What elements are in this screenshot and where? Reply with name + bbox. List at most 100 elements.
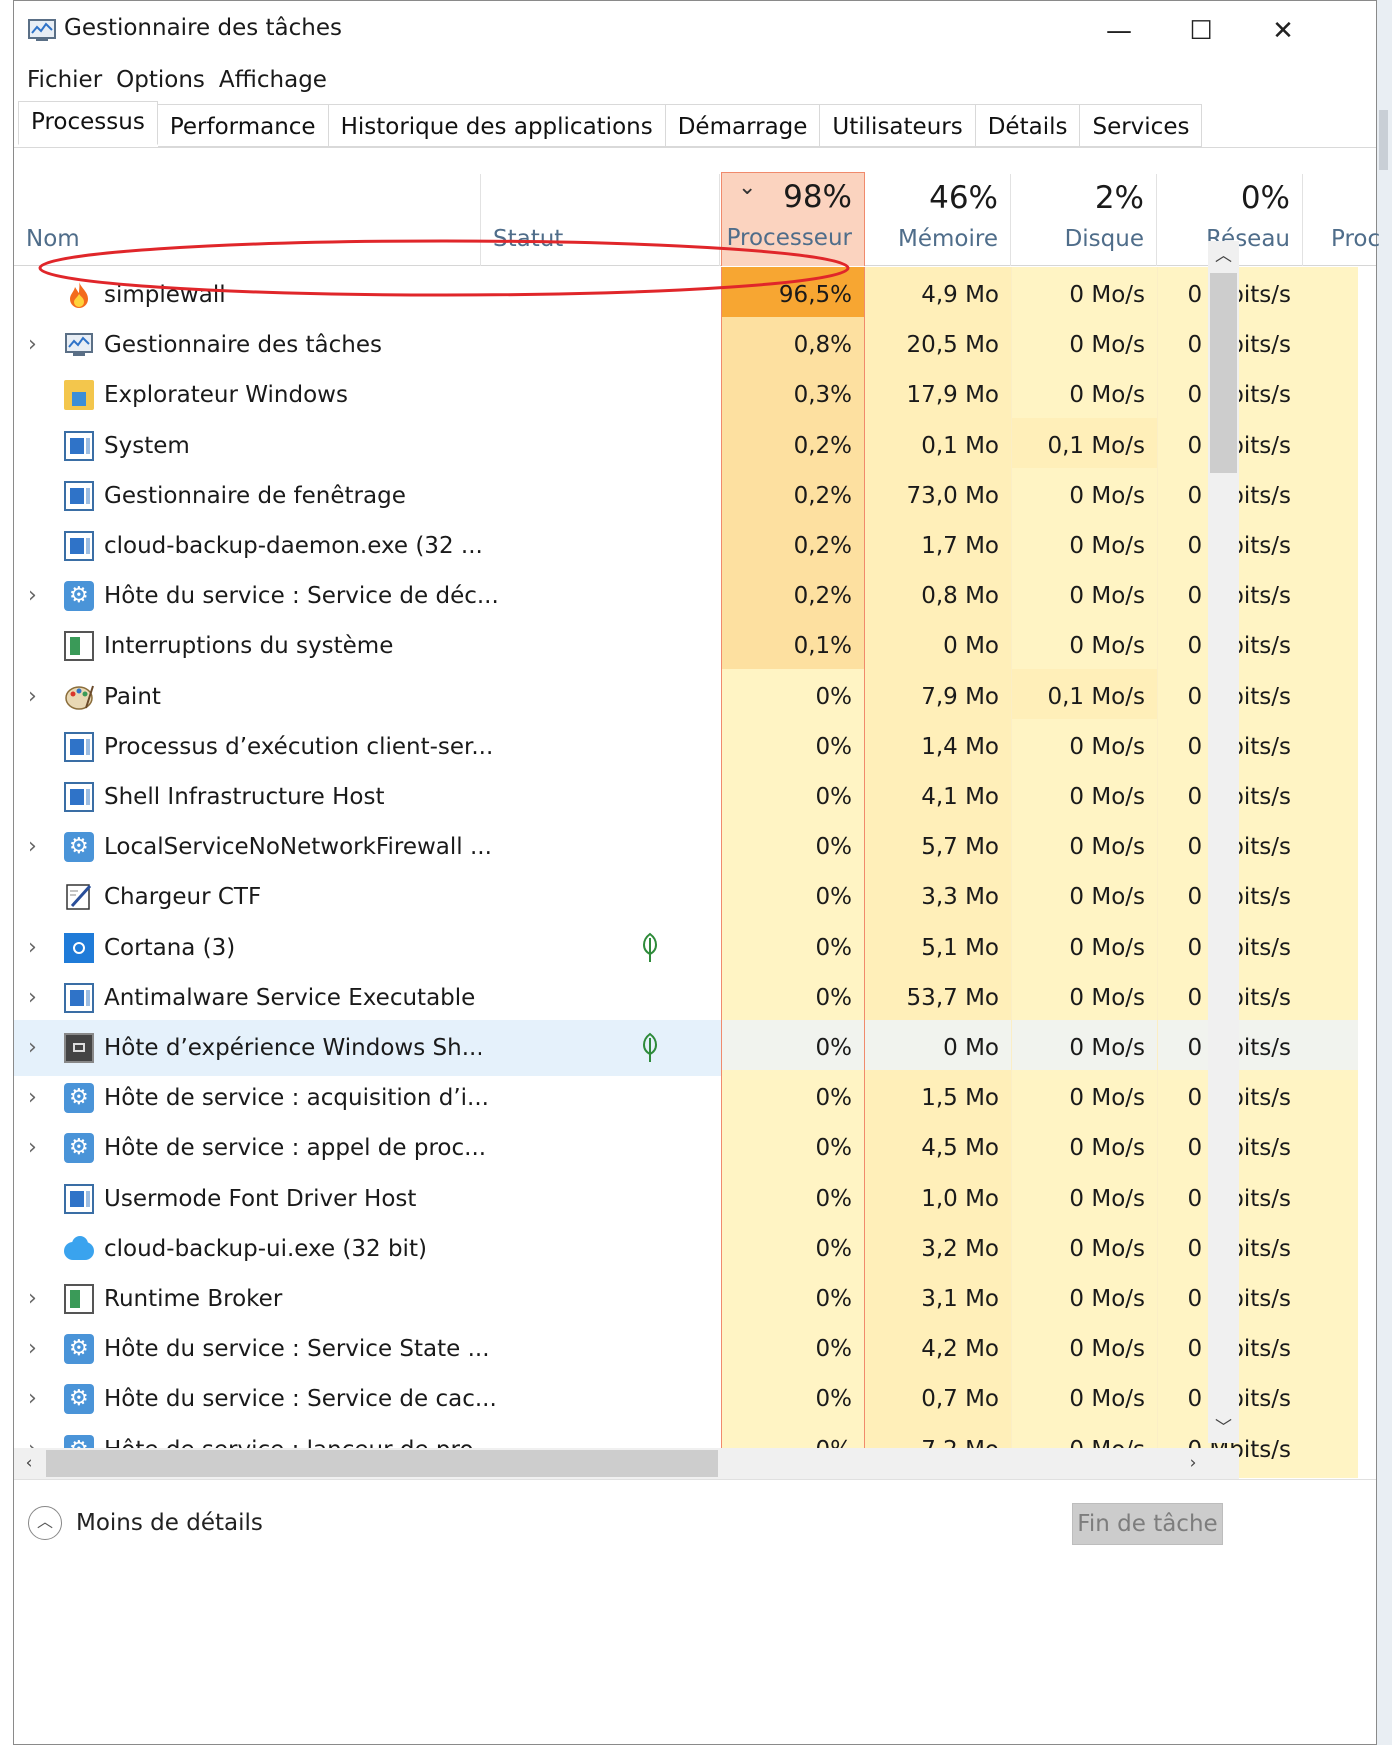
expand-chevron-icon[interactable]: ›: [28, 1020, 48, 1076]
process-name: Explorateur Windows: [104, 382, 348, 408]
process-row[interactable]: Shell Infrastructure Host 0% 4,1 Mo 0 Mo/s 0…: [14, 769, 1358, 825]
expand-chevron-icon[interactable]: ›: [28, 1070, 48, 1126]
cpu-cell: 0%: [721, 1020, 865, 1076]
vertical-scrollbar[interactable]: ︿ ﹀: [1208, 241, 1239, 1443]
cpu-cell: 0%: [721, 1321, 865, 1377]
tab-utilisateurs[interactable]: Utilisateurs: [820, 104, 976, 147]
expand-chevron-icon[interactable]: ›: [28, 669, 48, 725]
scroll-right-arrow-icon[interactable]: ›: [1178, 1448, 1208, 1479]
pen-icon: [66, 884, 92, 910]
process-name-cell: › ⚙ LocalServiceNoNetworkFirewall ...: [14, 819, 492, 875]
process-row[interactable]: › ⚙ Hôte du service : Service State ... 0% 4…: [14, 1321, 1358, 1377]
power-cell: [1303, 518, 1358, 574]
expand-chevron-icon[interactable]: ›: [28, 970, 48, 1026]
disk-cell: 0 Mo/s: [1011, 568, 1157, 624]
column-header-statut[interactable]: Statut: [481, 174, 720, 266]
column-header-memoire[interactable]: 46% Mémoire: [865, 174, 1011, 266]
process-row[interactable]: › Hôte d’expérience Windows Sh... 0% 0 Mo 0 …: [14, 1020, 1358, 1076]
scroll-down-arrow-icon[interactable]: ﹀: [1208, 1413, 1239, 1443]
process-row[interactable]: simplewall 96,5% 4,9 Mo 0 Mo/s 0 Mbits/s: [14, 267, 1358, 323]
window-icon: [64, 1184, 94, 1214]
vertical-scroll-thumb[interactable]: [1210, 273, 1237, 473]
process-name-cell: Interruptions du système: [14, 618, 481, 674]
process-status-cell: [481, 468, 721, 524]
expand-chevron-icon[interactable]: ›: [28, 819, 48, 875]
expand-chevron-icon[interactable]: ›: [28, 1371, 48, 1427]
power-cell: [1303, 920, 1358, 976]
expand-chevron-icon[interactable]: ›: [28, 1271, 48, 1327]
cpu-cell: 0%: [721, 1371, 865, 1427]
process-row[interactable]: Chargeur CTF 0% 3,3 Mo 0 Mo/s 0 Mbits/s: [14, 869, 1358, 925]
menu-fichier[interactable]: Fichier: [20, 63, 109, 97]
process-row[interactable]: › Gestionnaire des tâches 0,8% 20,5 Mo 0 Mo/…: [14, 317, 1358, 373]
column-header-processeur[interactable]: ⌄ 98% Processeur: [721, 172, 865, 266]
cortana-icon: [64, 933, 94, 963]
tab-performance[interactable]: Performance: [157, 104, 329, 147]
expand-chevron-icon[interactable]: ›: [28, 1321, 48, 1377]
expand-chevron-icon[interactable]: ›: [28, 1120, 48, 1176]
close-button[interactable]: ✕: [1242, 1, 1324, 61]
tab-historique[interactable]: Historique des applications: [328, 104, 666, 147]
cpu-cell: 0%: [721, 769, 865, 825]
column-header-proc-truncated[interactable]: Proc: [1303, 174, 1392, 266]
tab-processus[interactable]: Processus: [18, 101, 158, 145]
expand-chevron-icon[interactable]: ›: [28, 568, 48, 624]
column-header-nom[interactable]: Nom: [14, 174, 481, 266]
process-name: Interruptions du système: [104, 633, 394, 659]
process-row[interactable]: › ⚙ Hôte de service : appel de proc... 0% 4,…: [14, 1120, 1358, 1176]
process-row[interactable]: Interruptions du système 0,1% 0 Mo 0 Mo/s 0 …: [14, 618, 1358, 674]
process-row[interactable]: › ⚙ Hôte du service : Service de déc... 0,2…: [14, 568, 1358, 624]
disk-cell: 0 Mo/s: [1011, 1271, 1157, 1327]
process-row[interactable]: System 0,2% 0,1 Mo 0,1 Mo/s 0 Mbits/s: [14, 418, 1358, 474]
process-row[interactable]: › Cortana (3) 0% 5,1 Mo 0 Mo/s 0 Mbits/s: [14, 920, 1358, 976]
column-label-processeur: Processeur: [726, 225, 852, 251]
disk-cell: 0 Mo/s: [1011, 819, 1157, 875]
power-cell: [1303, 669, 1358, 725]
menu-affichage[interactable]: Affichage: [212, 63, 334, 97]
power-cell: [1303, 719, 1358, 775]
less-details-label: Moins de détails: [76, 1510, 263, 1536]
memory-cell: 1,5 Mo: [865, 1070, 1011, 1126]
process-name-cell: › Antimalware Service Executable: [14, 970, 481, 1026]
column-header-disque[interactable]: 2% Disque: [1011, 174, 1157, 266]
process-table: simplewall 96,5% 4,9 Mo 0 Mo/s 0 Mbits/s › Ges…: [14, 267, 1358, 1605]
memory-cell: 0 Mo: [865, 1020, 1011, 1076]
cpu-cell: 0,3%: [721, 367, 865, 423]
title-bar[interactable]: Gestionnaire des tâches — ☐ ✕: [14, 1, 1376, 61]
tab-services[interactable]: Services: [1080, 104, 1203, 147]
expand-chevron-icon[interactable]: ›: [28, 317, 48, 373]
process-row[interactable]: › ⚙ Hôte du service : Service de cac... 0% 0…: [14, 1371, 1358, 1427]
process-name: Processus d’exécution client-ser...: [104, 734, 494, 760]
process-name: Gestionnaire de fenêtrage: [104, 483, 406, 509]
process-row[interactable]: Processus d’exécution client-ser... 0% 1,4…: [14, 719, 1358, 775]
process-row[interactable]: › ⚙ LocalServiceNoNetworkFirewall ... 0% 5,7…: [14, 819, 1358, 875]
process-row[interactable]: › Paint 0% 7,9 Mo 0,1 Mo/s 0 Mbits/s: [14, 669, 1358, 725]
end-task-button[interactable]: Fin de tâche: [1072, 1503, 1223, 1545]
process-row[interactable]: › Runtime Broker 0% 3,1 Mo 0 Mo/s 0 Mbits/s: [14, 1271, 1358, 1327]
tab-demarrage[interactable]: Démarrage: [665, 104, 821, 147]
scroll-left-arrow-icon[interactable]: ‹: [14, 1448, 44, 1479]
tab-details[interactable]: Détails: [975, 104, 1081, 147]
disk-cell: 0 Mo/s: [1011, 317, 1157, 373]
process-row[interactable]: Gestionnaire de fenêtrage 0,2% 73,0 Mo 0 Mo…: [14, 468, 1358, 524]
process-row[interactable]: cloud-backup-daemon.exe (32 ... 0,2% 1,7 M…: [14, 518, 1358, 574]
scroll-up-arrow-icon[interactable]: ︿: [1208, 241, 1239, 271]
expand-chevron-icon[interactable]: ›: [28, 920, 48, 976]
menu-options[interactable]: Options: [109, 63, 212, 97]
disk-cell: 0 Mo/s: [1011, 1020, 1157, 1076]
process-row[interactable]: cloud-backup-ui.exe (32 bit) 0% 3,2 Mo 0 Mo…: [14, 1221, 1358, 1277]
horizontal-scroll-thumb[interactable]: [46, 1450, 718, 1477]
cpu-cell: 0%: [721, 1171, 865, 1227]
cpu-cell: 0%: [721, 719, 865, 775]
less-details-button[interactable]: ︿ Moins de détails: [28, 1506, 263, 1540]
minimize-button[interactable]: —: [1078, 1, 1160, 61]
process-row[interactable]: › Antimalware Service Executable 0% 53,7 Mo…: [14, 970, 1358, 1026]
process-row[interactable]: Usermode Font Driver Host 0% 1,0 Mo 0 Mo/s 0…: [14, 1171, 1358, 1227]
task-manager-window: Gestionnaire des tâches — ☐ ✕ Fichier Op…: [13, 0, 1380, 1745]
process-row[interactable]: Explorateur Windows 0,3% 17,9 Mo 0 Mo/s 0 Mb…: [14, 367, 1358, 423]
process-row[interactable]: › ⚙ Hôte de service : acquisition d’i... 0%…: [14, 1070, 1358, 1126]
process-name: cloud-backup-ui.exe (32 bit): [104, 1236, 427, 1262]
process-status-cell: [481, 568, 721, 624]
horizontal-scrollbar[interactable]: ‹ ›: [14, 1448, 1208, 1479]
maximize-button[interactable]: ☐: [1160, 1, 1242, 61]
